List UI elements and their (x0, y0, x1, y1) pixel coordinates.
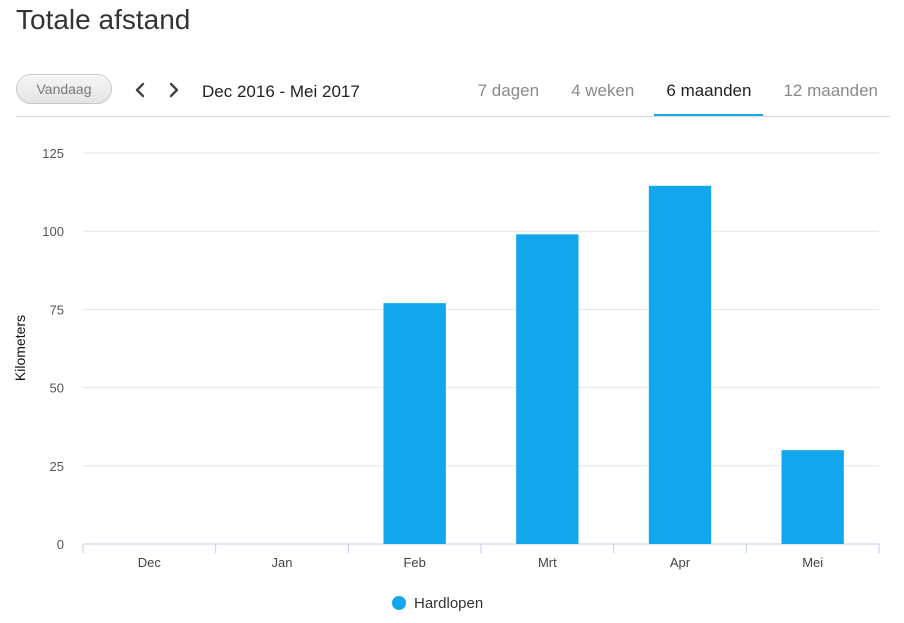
y-tick-label: 50 (50, 381, 64, 396)
next-period-button[interactable] (164, 78, 184, 102)
bar-feb (383, 303, 446, 544)
bar-mrt (516, 234, 579, 544)
y-tick-label: 0 (57, 537, 64, 552)
chevron-left-icon (135, 82, 145, 98)
bar-chart: 0 25 50 75 100 125 Dec Jan Feb Mrt Apr Mei (42, 146, 880, 570)
y-tick-label: 75 (50, 302, 64, 317)
chevron-right-icon (169, 82, 179, 98)
tab-6-maanden[interactable]: 6 maanden (654, 66, 764, 116)
tab-12-maanden[interactable]: 12 maanden (771, 66, 890, 116)
legend-label-hardlopen: Hardlopen (414, 594, 484, 612)
x-tick-label: Mrt (538, 555, 557, 570)
y-tick-label: 125 (42, 146, 64, 161)
toolbar: Vandaag Dec 2016 - Mei 2017 7 dagen 4 we… (16, 66, 890, 117)
chart-legend[interactable]: Hardlopen (392, 593, 483, 613)
tab-7-dagen[interactable]: 7 dagen (466, 66, 551, 116)
date-range-label: Dec 2016 - Mei 2017 (202, 82, 360, 101)
x-tick-label: Apr (670, 555, 691, 570)
x-tick-label: Feb (403, 555, 425, 570)
x-tick-label: Dec (138, 555, 162, 570)
x-tick-label: Jan (272, 555, 293, 570)
bar-mei (781, 450, 844, 544)
legend-marker-hardlopen (392, 596, 406, 610)
period-tabs: 7 dagen 4 weken 6 maanden 12 maanden (458, 66, 890, 116)
tab-4-weken[interactable]: 4 weken (559, 66, 646, 116)
page-title: Totale afstand (16, 4, 191, 35)
previous-period-button[interactable] (130, 78, 150, 102)
today-button[interactable]: Vandaag (16, 74, 112, 104)
x-tick-label: Mei (802, 555, 823, 570)
bar-apr (648, 185, 712, 544)
y-tick-label: 25 (50, 459, 64, 474)
y-tick-label: 100 (42, 224, 64, 239)
